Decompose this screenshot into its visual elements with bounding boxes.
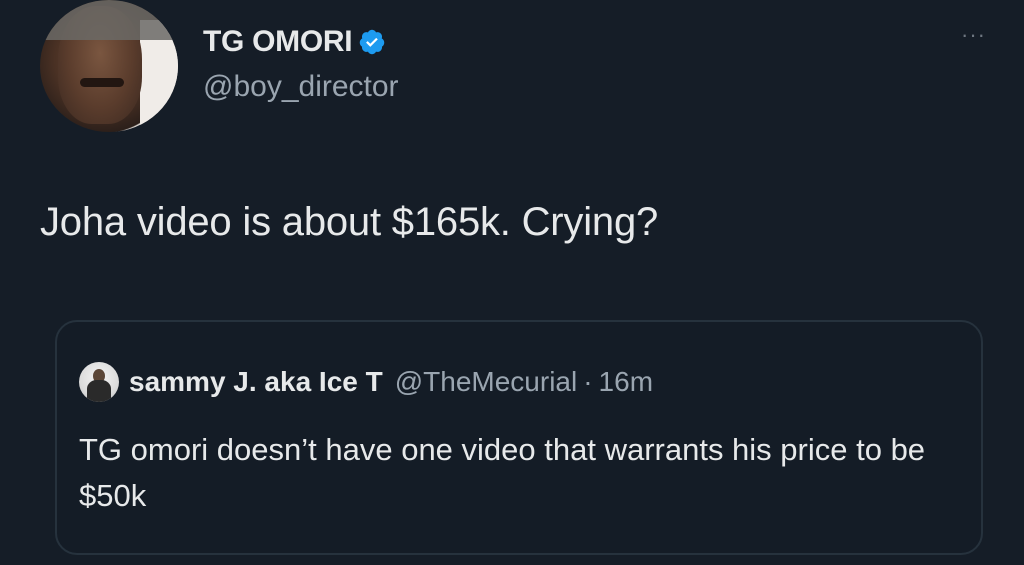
quoted-author-display-name[interactable]: sammy J. aka Ice T [129, 366, 383, 398]
author-handle[interactable]: @boy_director [203, 70, 399, 104]
quoted-separator: · [583, 366, 593, 397]
author-name-row: TG OMORI [203, 22, 386, 62]
quoted-tweet-text: TG omori doesn’t have one video that war… [79, 432, 926, 513]
quoted-timestamp[interactable]: 16m [599, 366, 653, 398]
quoted-tweet-header: sammy J. aka Ice T @TheMecurial · 16m [79, 362, 653, 402]
verified-badge-icon [358, 28, 386, 56]
more-options-icon[interactable]: ··· [961, 22, 986, 48]
quoted-author-handle[interactable]: @TheMecurial [395, 366, 577, 398]
quoted-avatar-body [87, 380, 111, 402]
author-avatar[interactable] [40, 0, 178, 132]
tweet-text: Joha video is about $165k. Crying? [40, 200, 659, 244]
avatar-hood [40, 0, 178, 40]
tweet-card: TG OMORI @boy_director ··· Joha video is… [0, 0, 1024, 565]
quoted-tweet[interactable]: sammy J. aka Ice T @TheMecurial · 16m TG… [55, 320, 983, 555]
author-display-name[interactable]: TG OMORI [203, 25, 353, 59]
avatar-mustache [80, 78, 124, 87]
quoted-author-avatar[interactable] [79, 362, 119, 402]
